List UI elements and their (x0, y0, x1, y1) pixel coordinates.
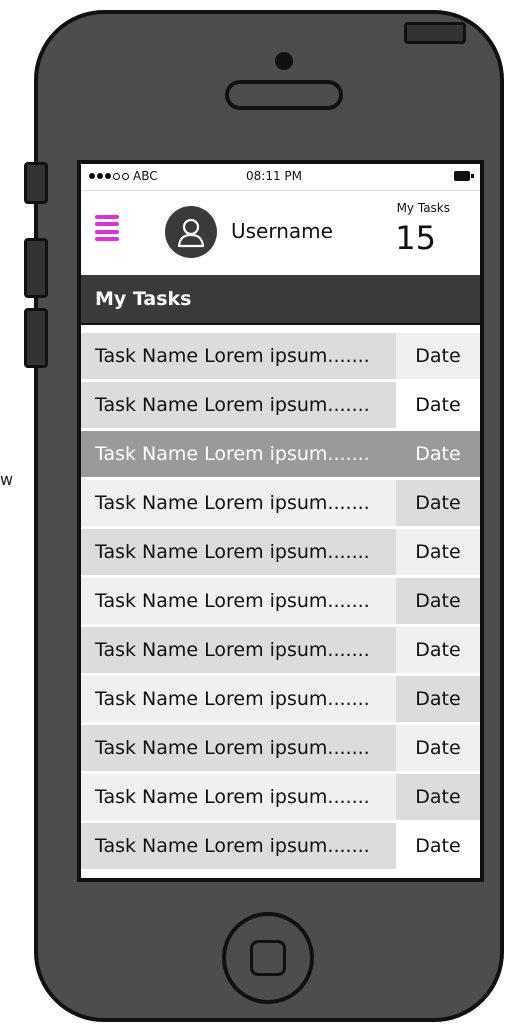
camera-icon (275, 52, 293, 70)
task-name: Task Name Lorem ipsum....... (81, 774, 396, 820)
task-name: Task Name Lorem ipsum....... (81, 823, 396, 869)
task-date: Date (396, 382, 480, 428)
task-row[interactable]: Task Name Lorem ipsum....... Date (81, 382, 480, 428)
page: w ABC 08:11 PM Username My Tasks 15 My T… (0, 0, 513, 1031)
task-name: Task Name Lorem ipsum....... (81, 725, 396, 771)
speaker-grille (225, 80, 343, 110)
task-row[interactable]: Task Name Lorem ipsum....... Date (81, 774, 480, 820)
task-name: Task Name Lorem ipsum....... (81, 333, 396, 379)
task-list: Task Name Lorem ipsum....... Date Task N… (81, 325, 480, 869)
home-button[interactable] (222, 912, 314, 1004)
task-row[interactable]: Task Name Lorem ipsum....... Date (81, 529, 480, 575)
status-bar: ABC 08:11 PM (81, 164, 480, 191)
task-date: Date (396, 676, 480, 722)
section-title-text: My Tasks (95, 288, 192, 310)
task-row[interactable]: Task Name Lorem ipsum....... Date (81, 578, 480, 624)
status-time: 08:11 PM (246, 169, 302, 183)
my-tasks-counter-label: My Tasks (396, 201, 450, 215)
app-header: Username My Tasks 15 (81, 191, 480, 275)
volume-down-button (24, 308, 48, 368)
stray-text: w (0, 470, 14, 489)
phone-screen: ABC 08:11 PM Username My Tasks 15 My Tas… (77, 160, 484, 882)
task-row[interactable]: Task Name Lorem ipsum....... Date (81, 480, 480, 526)
signal-strength-icon (89, 172, 129, 180)
user-avatar-icon[interactable] (165, 206, 217, 258)
task-row[interactable]: Task Name Lorem ipsum....... Date (81, 627, 480, 673)
user-silhouette-icon (177, 218, 205, 248)
task-name: Task Name Lorem ipsum....... (81, 529, 396, 575)
task-row[interactable]: Task Name Lorem ipsum....... Date (81, 725, 480, 771)
carrier-name: ABC (133, 169, 158, 183)
task-row[interactable]: Task Name Lorem ipsum....... Date (81, 823, 480, 869)
my-tasks-counter: 15 (395, 219, 436, 257)
signal-carrier: ABC (89, 169, 158, 183)
power-button (404, 22, 466, 44)
section-title: My Tasks (81, 275, 480, 325)
task-date: Date (396, 480, 480, 526)
task-date: Date (396, 823, 480, 869)
task-row[interactable]: Task Name Lorem ipsum....... Date (81, 676, 480, 722)
task-name: Task Name Lorem ipsum....... (81, 431, 396, 477)
volume-up-button (24, 238, 48, 298)
task-date: Date (396, 578, 480, 624)
task-date: Date (396, 431, 480, 477)
task-name: Task Name Lorem ipsum....... (81, 480, 396, 526)
username-label: Username (231, 219, 333, 243)
task-date: Date (396, 725, 480, 771)
task-date: Date (396, 529, 480, 575)
task-row-selected[interactable]: Task Name Lorem ipsum....... Date (81, 431, 480, 477)
task-date: Date (396, 333, 480, 379)
task-name: Task Name Lorem ipsum....... (81, 627, 396, 673)
task-name: Task Name Lorem ipsum....... (81, 578, 396, 624)
task-name: Task Name Lorem ipsum....... (81, 676, 396, 722)
task-name: Task Name Lorem ipsum....... (81, 382, 396, 428)
task-date: Date (396, 774, 480, 820)
battery-icon (454, 171, 474, 181)
hamburger-menu-icon[interactable] (95, 215, 119, 241)
task-row[interactable]: Task Name Lorem ipsum....... Date (81, 333, 480, 379)
mute-switch (24, 162, 48, 204)
home-square-icon (250, 940, 286, 976)
task-date: Date (396, 627, 480, 673)
